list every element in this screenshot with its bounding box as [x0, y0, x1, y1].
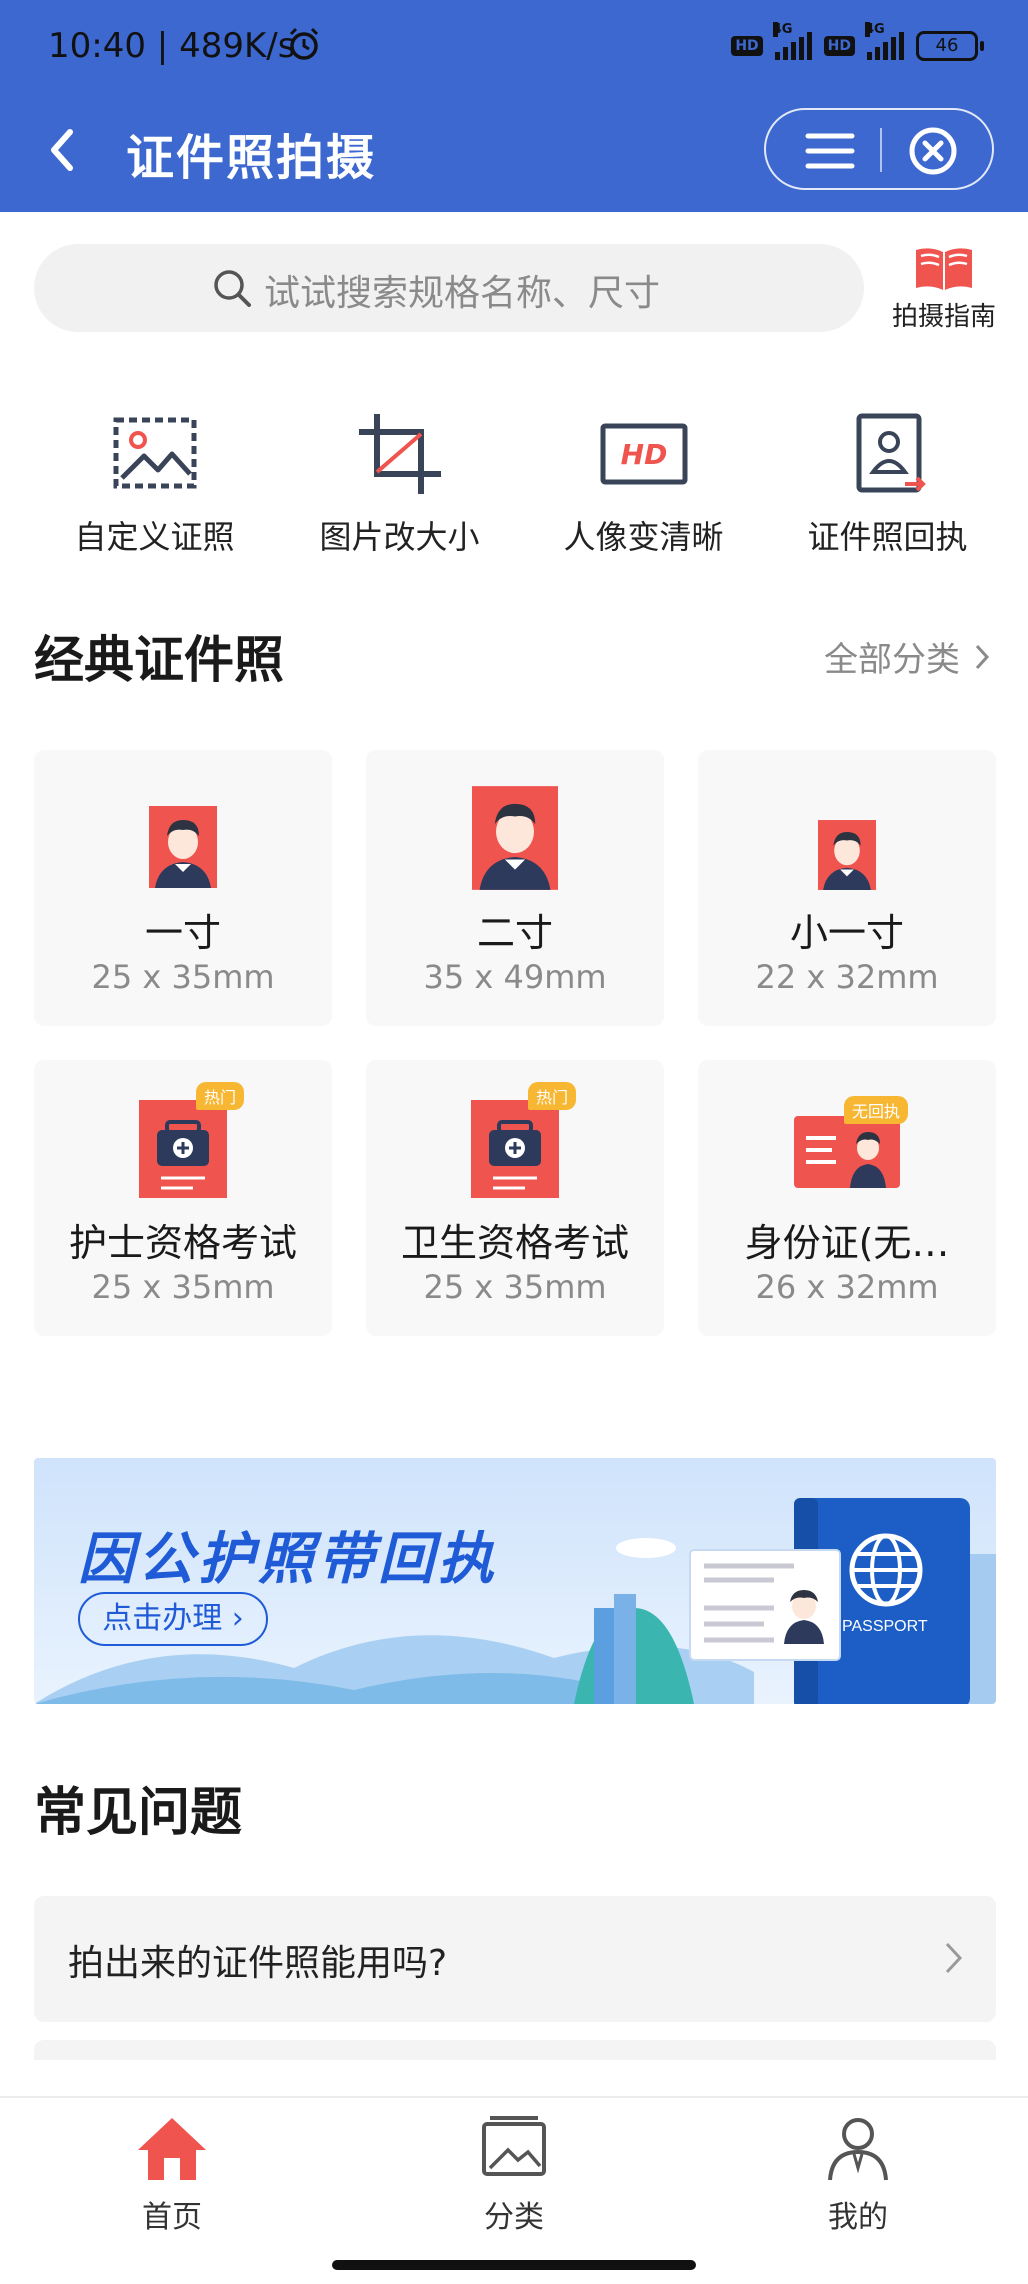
custom-photo-icon — [113, 417, 197, 489]
tool-label: 自定义证照 — [74, 518, 235, 556]
chevron-right-icon — [975, 644, 990, 669]
banner-action-button[interactable]: 点击办理 › — [78, 1592, 268, 1646]
spec-size: 26 x 32mm — [755, 1268, 939, 1306]
tool-label: 图片改大小 — [319, 518, 480, 556]
hd-icon: HD — [731, 36, 763, 56]
home-icon — [138, 2118, 206, 2180]
chevron-left-icon[interactable] — [40, 120, 88, 180]
signal-icon: 4G — [772, 22, 812, 60]
nav-profile[interactable]: 我的 — [758, 2114, 958, 2235]
medical-kit-icon — [139, 1100, 227, 1198]
search-bar[interactable]: 试试搜索规格名称、尺寸 — [34, 244, 864, 332]
nav-label: 分类 — [484, 2200, 544, 2235]
faq-item[interactable]: 拍出来的证件照能用吗? — [34, 1896, 996, 2022]
section-title-classic: 经典证件照 — [34, 631, 284, 689]
page-title: 证件照拍摄 — [126, 130, 377, 186]
spec-card-small-1inch[interactable]: 小一寸 22 x 32mm — [698, 750, 996, 1026]
spec-size: 25 x 35mm — [91, 1268, 275, 1306]
category-icon — [482, 2116, 546, 2176]
spec-size: 35 x 49mm — [423, 958, 607, 996]
passport-label: PASSPORT — [842, 1618, 928, 1635]
status-bar: 10:40 | 489K/s HD 4G HD 4G 46 — [0, 0, 1028, 92]
spec-card-1inch[interactable]: 一寸 25 x 35mm — [34, 750, 332, 1026]
alarm-clock-icon — [289, 27, 319, 60]
spec-card-health-exam[interactable]: 热门 卫生资格考试 25 x 35mm — [366, 1060, 664, 1336]
faq-question: 拍出来的证件照能用吗? — [68, 1943, 448, 1984]
tool-row: 自定义证照 图片改大小 HD 人像变清晰 证件照回执 — [0, 400, 1028, 570]
signal-icon-2: 4G — [865, 22, 904, 60]
tool-resize[interactable]: 图片改大小 — [271, 400, 528, 570]
receipt-portrait-icon — [856, 413, 926, 493]
tool-label: 人像变清晰 — [563, 518, 724, 556]
nav-category[interactable]: 分类 — [414, 2114, 614, 2235]
search-icon — [214, 270, 251, 307]
close-circle-icon[interactable] — [906, 124, 960, 178]
spec-card-2inch[interactable]: 二寸 35 x 49mm — [366, 750, 664, 1026]
faq-item-partial[interactable] — [34, 2040, 996, 2060]
hot-badge: 热门 — [528, 1082, 577, 1110]
section-title-faq: 常见问题 — [34, 1783, 243, 1843]
medical-kit-icon — [471, 1100, 559, 1198]
portrait-icon — [472, 786, 558, 890]
search-placeholder: 试试搜索规格名称、尺寸 — [264, 273, 661, 314]
chevron-right-icon — [945, 1942, 963, 1974]
passport-banner[interactable]: 因公护照带回执 点击办理 › PASSPORT — [34, 1458, 996, 1704]
hd-icon-2: HD — [823, 36, 855, 56]
profile-icon — [828, 2118, 888, 2181]
tool-label: 证件照回执 — [807, 518, 968, 556]
no-receipt-badge: 无回执 — [844, 1096, 909, 1124]
guide-label: 拍摄指南 — [891, 302, 996, 332]
capsule-divider — [880, 128, 882, 172]
banner-title: 因公护照带回执 — [78, 1527, 498, 1592]
bottom-navigation: 首页 分类 我的 — [0, 2096, 1028, 2284]
open-book-icon — [916, 248, 972, 290]
status-time: 10:40 | 489K/s — [48, 26, 296, 66]
spec-name: 卫生资格考试 — [400, 1221, 629, 1265]
top-bar: 10:40 | 489K/s HD 4G HD 4G 46 证件照拍摄 — [0, 0, 1028, 212]
spec-size: 25 x 35mm — [91, 958, 275, 996]
spec-name: 身份证(无… — [744, 1221, 950, 1265]
hot-badge: 热门 — [196, 1082, 245, 1110]
tool-custom-photo[interactable]: 自定义证照 — [26, 400, 283, 570]
crop-icon — [359, 414, 441, 494]
mini-program-capsule — [764, 108, 994, 190]
spec-name: 二寸 — [476, 911, 553, 955]
spec-card-nurse-exam[interactable]: 热门 护士资格考试 25 x 35mm — [34, 1060, 332, 1336]
spec-card-id-card[interactable]: 无回执 身份证(无… 26 x 32mm — [698, 1060, 996, 1336]
spec-size: 22 x 32mm — [755, 958, 939, 996]
portrait-icon — [149, 806, 217, 888]
spec-name: 护士资格考试 — [68, 1221, 297, 1265]
all-categories-label: 全部分类 — [824, 640, 960, 680]
hamburger-menu-icon[interactable] — [802, 128, 858, 174]
hd-icon: HD — [600, 423, 688, 485]
svg-text:HD: HD — [621, 438, 668, 471]
nav-label: 我的 — [828, 2200, 888, 2235]
spec-name: 一寸 — [144, 911, 221, 955]
home-indicator[interactable] — [332, 2260, 696, 2270]
nav-label: 首页 — [142, 2200, 202, 2235]
tool-enhance[interactable]: HD 人像变清晰 — [515, 400, 772, 570]
shooting-guide-button[interactable]: 拍摄指南 — [884, 240, 1004, 340]
battery-indicator: 46 — [916, 31, 984, 61]
nav-home[interactable]: 首页 — [72, 2114, 272, 2235]
portrait-icon — [818, 820, 876, 890]
all-categories-link[interactable]: 全部分类 — [824, 632, 990, 681]
spec-name: 小一寸 — [789, 911, 904, 955]
id-card-icon — [794, 1116, 900, 1188]
spec-size: 25 x 35mm — [423, 1268, 607, 1306]
status-indicators: HD 4G HD 4G 46 — [731, 22, 984, 64]
title-bar: 证件照拍摄 — [0, 92, 1028, 212]
tool-receipt[interactable]: 证件照回执 — [759, 400, 1016, 570]
